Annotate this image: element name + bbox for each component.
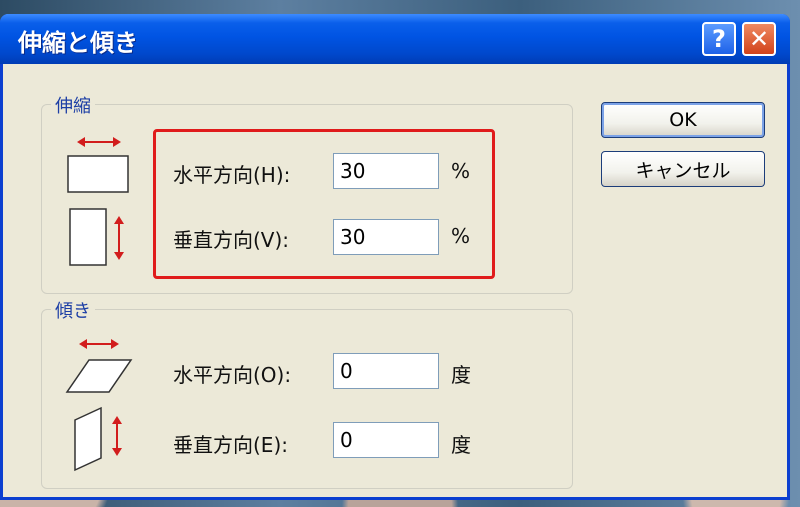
highlight-box bbox=[153, 129, 495, 279]
stretch-horizontal-label: 水平方向(H): bbox=[173, 163, 291, 187]
help-icon: ? bbox=[712, 25, 726, 53]
dialog-title: 伸縮と傾き bbox=[18, 29, 138, 57]
title-bar[interactable]: 伸縮と傾き ? ✕ bbox=[0, 14, 790, 64]
stretch-vertical-icon bbox=[69, 208, 124, 266]
close-icon: ✕ bbox=[748, 25, 770, 53]
stretch-group-label: 伸縮 bbox=[51, 92, 95, 118]
skew-horizontal-icon bbox=[65, 339, 133, 393]
skew-horizontal-label: 水平方向(O): bbox=[173, 363, 292, 387]
stretch-horizontal-unit: % bbox=[451, 159, 471, 183]
help-button[interactable]: ? bbox=[702, 22, 736, 56]
cancel-button[interactable]: キャンセル bbox=[601, 151, 765, 187]
dialog-client-area: 伸縮 水平方向(H): 30 % 垂直方向(V): 30 % 傾き 水平方向(O… bbox=[3, 64, 787, 497]
skew-vertical-label: 垂直方向(E): bbox=[173, 433, 288, 457]
skew-group-label: 傾き bbox=[51, 297, 95, 323]
skew-vertical-icon bbox=[74, 406, 122, 472]
skew-horizontal-input[interactable]: 0 bbox=[333, 353, 439, 389]
skew-vertical-input[interactable]: 0 bbox=[333, 422, 439, 458]
stretch-vertical-unit: % bbox=[451, 224, 471, 248]
skew-horizontal-unit: 度 bbox=[451, 363, 471, 387]
stretch-horizontal-input[interactable]: 30 bbox=[333, 153, 439, 189]
stretch-horizontal-icon bbox=[67, 137, 129, 193]
ok-button[interactable]: OK bbox=[601, 102, 765, 138]
stretch-vertical-label: 垂直方向(V): bbox=[173, 228, 290, 252]
skew-vertical-unit: 度 bbox=[451, 433, 471, 457]
stretch-skew-dialog: 伸縮と傾き ? ✕ 伸縮 水平方向(H): 30 % 垂直方向(V): 30 %… bbox=[0, 14, 790, 500]
close-button[interactable]: ✕ bbox=[742, 22, 776, 56]
stretch-vertical-input[interactable]: 30 bbox=[333, 219, 439, 255]
